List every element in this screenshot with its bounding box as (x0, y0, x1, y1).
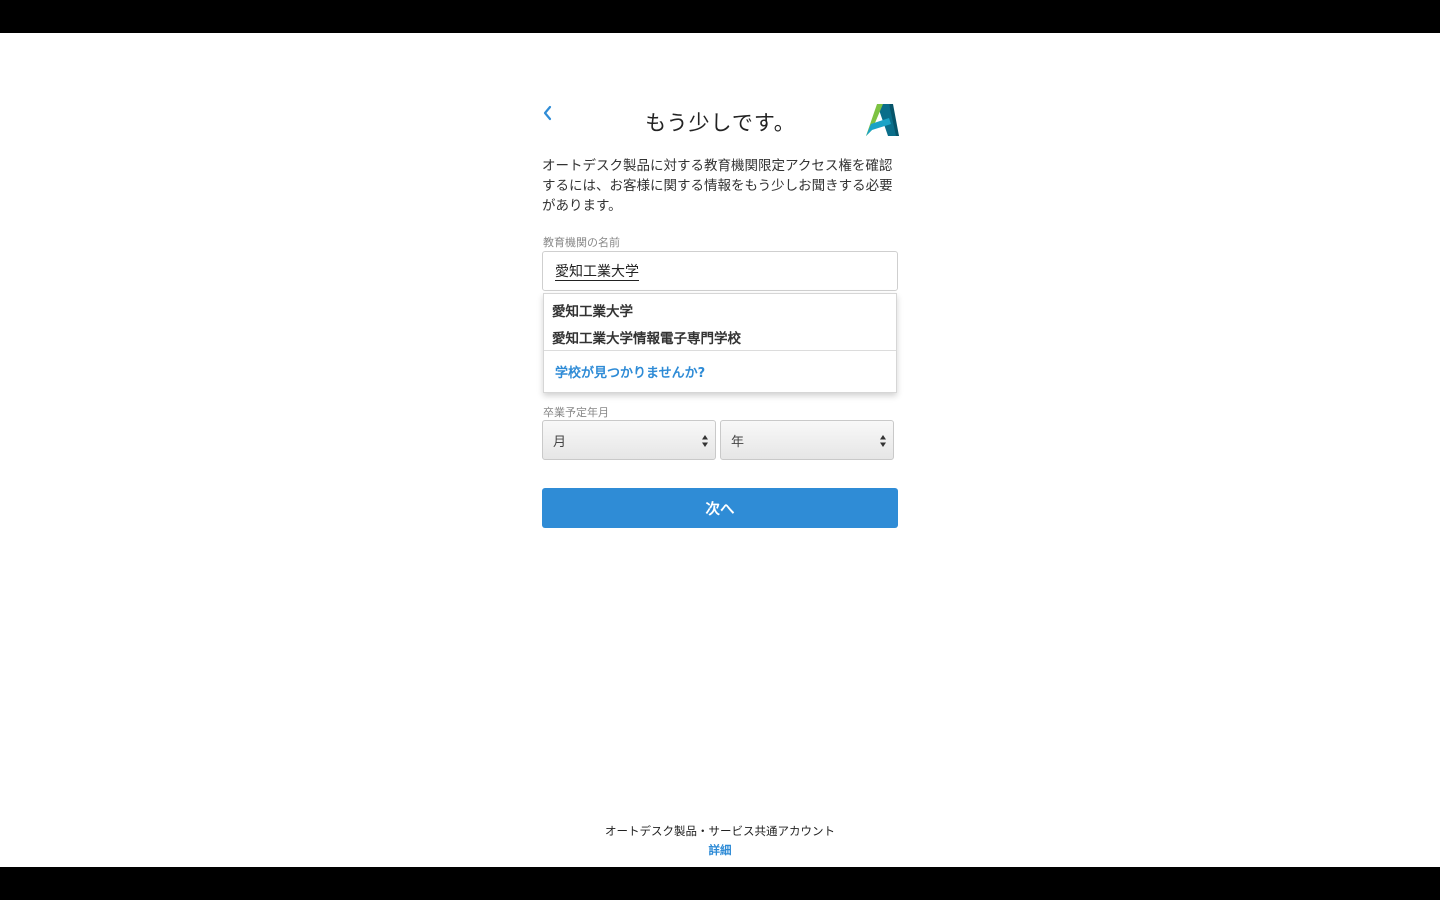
school-name-label: 教育機関の名前 (543, 236, 620, 249)
select-arrows-icon (880, 435, 886, 447)
graduation-date-label: 卒業予定年月 (543, 406, 609, 419)
year-select-value: 年 (731, 434, 745, 450)
school-name-value: 愛知工業大学 (555, 264, 639, 280)
suggestion-item[interactable]: 愛知工業大学情報電子専門学校 (552, 327, 741, 347)
suggestion-item[interactable]: 愛知工業大学 (552, 300, 633, 320)
divider (544, 350, 896, 351)
page: もう少しです。 オートデスク製品に対する教育機関限定アクセス権を確認するには、お… (0, 33, 1440, 867)
school-name-input[interactable]: 愛知工業大学 (542, 251, 898, 291)
school-suggestions-dropdown: 愛知工業大学 愛知工業大学情報電子専門学校 学校が見つかりませんか? (543, 293, 897, 393)
description-text: オートデスク製品に対する教育機関限定アクセス権を確認するには、お客様に関する情報… (542, 158, 893, 214)
next-button[interactable]: 次へ (542, 488, 898, 528)
footer-account-text: オートデスク製品・サービス共通アカウント (605, 824, 835, 838)
page-title: もう少しです。 (645, 111, 796, 135)
school-not-found-link[interactable]: 学校が見つかりませんか? (555, 362, 705, 381)
graduation-year-select[interactable]: 年 (720, 420, 894, 460)
select-arrows-icon (702, 435, 708, 447)
autodesk-logo-icon (866, 104, 899, 136)
graduation-month-select[interactable]: 月 (542, 420, 716, 460)
month-select-value: 月 (553, 434, 567, 450)
footer: オートデスク製品・サービス共通アカウント 詳細 (0, 823, 1440, 858)
footer-details-link[interactable]: 詳細 (709, 842, 732, 858)
